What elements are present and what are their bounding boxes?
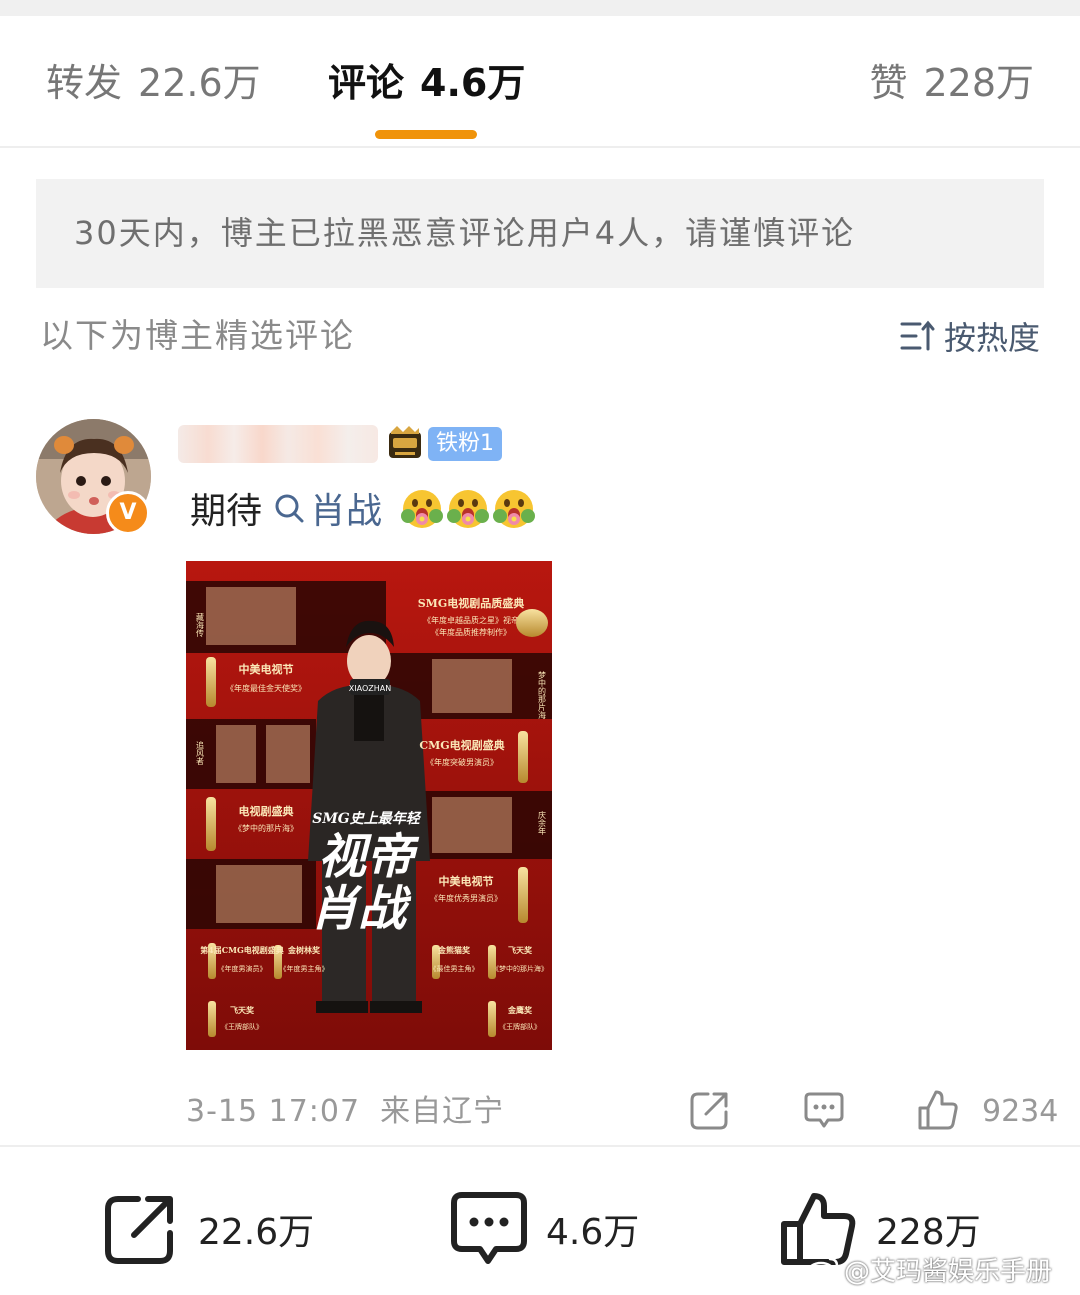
- repost-button[interactable]: 22.6万: [104, 1189, 314, 1269]
- poster-bottom-sub-6: 《王牌部队》: [499, 1022, 541, 1031]
- tab-repost-count: 22.6万: [138, 61, 261, 105]
- poster-artwork: XIAOZHAN SMG电视剧品质盛典 《年度卓越品质之星》视帝 《年度品质推荐…: [186, 561, 552, 1050]
- poster-side-title-1: 藏海传: [196, 612, 205, 638]
- poster-bottom-award-6: 金鹰奖: [507, 1005, 533, 1015]
- active-tab-indicator: [375, 130, 477, 139]
- poster-award4-sub: 《年度优秀男演员》: [430, 893, 502, 903]
- comment-timestamp: 3-15 17:07: [186, 1094, 361, 1129]
- repost-count: 22.6万: [198, 1212, 315, 1253]
- comment-location: 来自辽宁: [380, 1094, 505, 1129]
- poster-headline-big-1: 视帝: [318, 829, 420, 885]
- username-blurred[interactable]: [178, 425, 378, 463]
- poster-bottom-sub-2: 《年度男主角》: [280, 964, 329, 973]
- status-strip: [0, 0, 1080, 16]
- fan-level-icon: [389, 426, 421, 458]
- comment-body: 期待: [190, 491, 263, 532]
- poster-headline-big-2: 肖战: [310, 881, 412, 937]
- comment-meta: 3-15 17:07 来自辽宁: [186, 1093, 504, 1131]
- verified-badge: V: [106, 491, 150, 535]
- poster-headline-small: SMG史上最年轻: [312, 810, 422, 827]
- cheer-emoji-icon: [447, 490, 490, 528]
- tab-comments-label: 评论: [328, 61, 405, 105]
- fan-badge: 铁粉1: [428, 427, 502, 461]
- poster-award4: 中美电视节: [439, 874, 494, 888]
- weibo-logo-icon: [806, 1257, 839, 1283]
- poster-mic-text: XIAOZHAN: [349, 684, 391, 693]
- poster-bottom-sub-1: 《年度男演员》: [218, 964, 267, 973]
- poster-side-title-3: 追风者: [196, 740, 205, 766]
- poster-top-sub1: 《年度卓越品质之星》视帝: [423, 615, 519, 625]
- comment-text: 期待 肖战: [190, 484, 536, 532]
- tab-repost[interactable]: 转发 22.6万: [46, 60, 261, 106]
- poster-award3-sub: 《梦中的那片海》: [234, 823, 298, 833]
- poster-bottom-award-2: 金树林奖: [287, 945, 321, 955]
- comment-icon: [451, 1192, 527, 1264]
- poster-bottom-sub-3: 《最佳男主角》: [430, 964, 479, 973]
- poster-award2: CMG电视剧盛典: [419, 738, 504, 752]
- sort-icon: [900, 320, 935, 351]
- tab-likes[interactable]: 赞 228万: [869, 60, 1034, 106]
- blocked-users-notice: 30天内，博主已拉黑恶意评论用户4人，请谨慎评论: [36, 179, 1044, 288]
- search-icon: [275, 494, 304, 523]
- poster-bottom-award-4: 飞天奖: [508, 945, 533, 955]
- comment-reply-icon[interactable]: [802, 1088, 846, 1132]
- comment-like-count: 9234: [982, 1094, 1059, 1129]
- poster-bottom-award-5: 飞天奖: [230, 1005, 255, 1015]
- poster-bottom-award-3: 金熊猫奖: [437, 945, 471, 955]
- cheer-emoji-icon: [401, 490, 444, 528]
- sort-by-hot-button[interactable]: 按热度: [900, 314, 1040, 358]
- poster-award3: 电视剧盛典: [239, 804, 294, 818]
- watermark: @艾玛酱娱乐手册: [806, 1252, 1053, 1287]
- watermark-text: @艾玛酱娱乐手册: [844, 1256, 1053, 1287]
- cheer-emoji-icon: [493, 490, 536, 528]
- sort-label: 按热度: [943, 319, 1040, 357]
- poster-bottom-sub-4: 《梦中的那片海》: [492, 964, 548, 973]
- comment-like-icon[interactable]: [916, 1088, 960, 1132]
- mention-link[interactable]: 肖战: [274, 482, 382, 534]
- poster-top-title: SMG电视剧品质盛典: [418, 596, 525, 610]
- tab-likes-label: 赞: [869, 61, 908, 105]
- tab-comments[interactable]: 评论 4.6万: [328, 60, 525, 106]
- poster-award1: 中美电视节: [239, 662, 294, 676]
- poster-bottom-award-1: 第4届CMG电视剧盛典: [200, 945, 284, 955]
- comment-share-icon[interactable]: [688, 1088, 732, 1132]
- tab-likes-count: 228万: [923, 61, 1034, 105]
- tab-bar: 转发 22.6万 评论 4.6万 赞 228万: [0, 16, 1080, 148]
- mention-name: 肖战: [310, 491, 383, 532]
- notice-text: 30天内，博主已拉黑恶意评论用户4人，请谨慎评论: [74, 214, 856, 252]
- poster-top-sub2: 《年度品质推荐制作》: [431, 627, 511, 637]
- poster-side-title-4: 庆余年: [538, 810, 547, 836]
- poster-side-title-2: 梦中的那片海: [538, 671, 547, 720]
- selected-comments-heading: 以下为博主精选评论: [40, 316, 355, 355]
- poster-bottom-sub-5: 《王牌部队》: [221, 1022, 263, 1031]
- tab-repost-label: 转发: [46, 61, 123, 105]
- like-count: 228万: [876, 1212, 981, 1253]
- comment-count: 4.6万: [546, 1212, 640, 1253]
- poster-award1-sub: 《年度最佳金天使奖》: [226, 683, 306, 693]
- comment-button[interactable]: 4.6万: [450, 1189, 639, 1269]
- poster-award2-sub: 《年度突破男演员》: [426, 757, 498, 767]
- comment-image-poster[interactable]: XIAOZHAN SMG电视剧品质盛典 《年度卓越品质之星》视帝 《年度品质推荐…: [186, 561, 552, 1050]
- tab-comments-count: 4.6万: [420, 61, 526, 105]
- share-icon: [105, 1196, 173, 1264]
